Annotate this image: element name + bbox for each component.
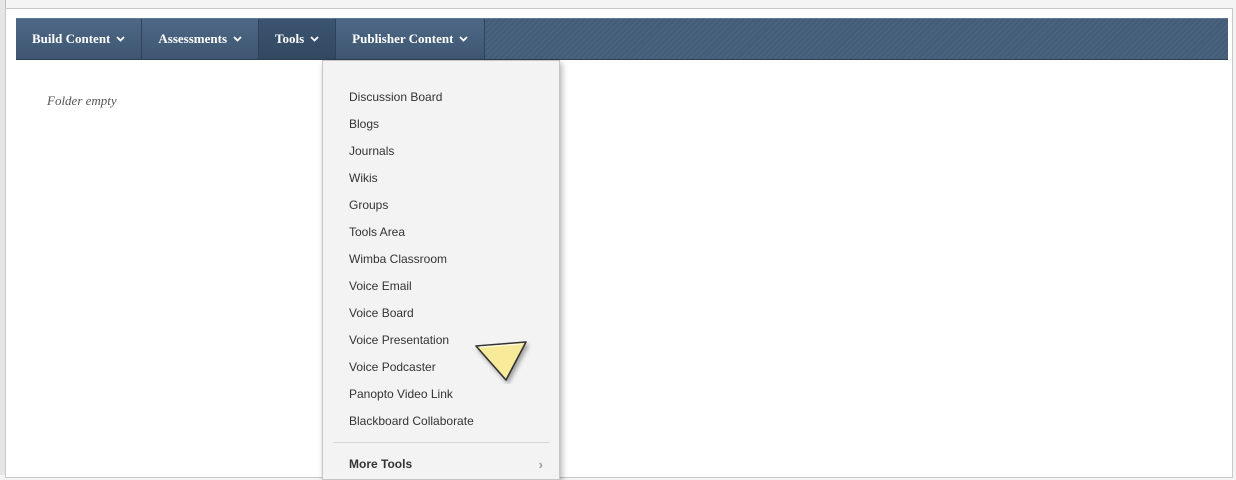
chevron-down-icon (116, 36, 126, 42)
tools-label: Tools (275, 31, 305, 46)
menu-item-wimba-classroom[interactable]: Wimba Classroom (323, 246, 559, 273)
menu-item-discussion-board[interactable]: Discussion Board (323, 84, 559, 111)
publisher-content-tab[interactable]: Publisher Content (336, 19, 486, 59)
tools-tab[interactable]: Tools (259, 19, 337, 59)
action-bar: Build Content Assessments Tools Publishe… (16, 18, 1228, 60)
chevron-right-icon: › (538, 456, 543, 472)
pointer-arrow-icon (470, 338, 532, 389)
menu-divider (333, 442, 549, 443)
folder-empty-message: Folder empty (47, 93, 117, 108)
chevron-down-icon (310, 36, 319, 42)
menu-item-journals[interactable]: Journals (323, 138, 559, 165)
menu-item-blogs[interactable]: Blogs (323, 111, 559, 138)
menu-item-blackboard-collaborate[interactable]: Blackboard Collaborate (323, 408, 559, 435)
tools-dropdown-menu: Discussion Board Blogs Journals Wikis Gr… (322, 60, 560, 480)
menu-item-voice-email[interactable]: Voice Email (323, 273, 559, 300)
content-frame (5, 8, 1233, 478)
action-bar-tabs: Build Content Assessments Tools Publishe… (16, 19, 486, 59)
menu-item-tools-area[interactable]: Tools Area (323, 219, 559, 246)
assessments-tab[interactable]: Assessments (142, 19, 260, 59)
menu-item-wikis[interactable]: Wikis (323, 165, 559, 192)
build-content-label: Build Content (32, 31, 111, 46)
publisher-content-label: Publisher Content (352, 31, 454, 46)
more-tools-label: More Tools (349, 457, 413, 471)
build-content-tab[interactable]: Build Content (16, 19, 143, 59)
menu-item-groups[interactable]: Groups (323, 192, 559, 219)
chevron-down-icon (459, 36, 469, 42)
more-tools-item[interactable]: More Tools › (349, 453, 543, 475)
assessments-label: Assessments (158, 31, 228, 46)
menu-item-voice-board[interactable]: Voice Board (323, 300, 559, 327)
chevron-down-icon (233, 36, 242, 42)
